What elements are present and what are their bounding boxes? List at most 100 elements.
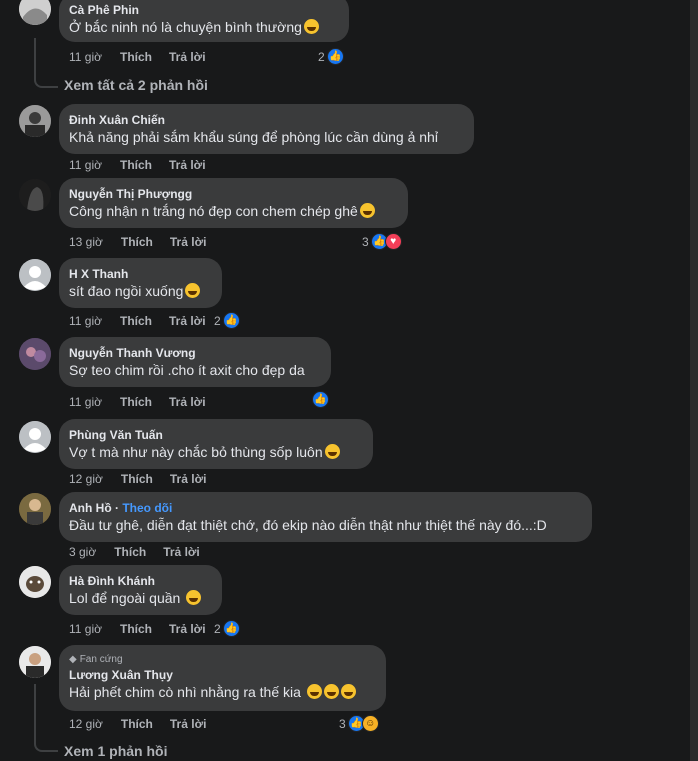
comment-actions: 11 giờ Thích Trả lời bbox=[69, 314, 223, 328]
reaction-summary[interactable]: 3 👍 ☺ bbox=[339, 715, 379, 732]
avatar[interactable] bbox=[19, 421, 51, 453]
comment-bubble: Nguyễn Thanh Vương Sợ teo chim rồi .cho … bbox=[59, 337, 331, 387]
diamond-icon: ◆ bbox=[69, 654, 77, 665]
comment-bubble: Hà Đình Khánh Lol để ngoài quần bbox=[59, 565, 222, 615]
comment-bubble: H X Thanh sít đao ngồi xuống bbox=[59, 258, 222, 308]
comment-actions: 12 giờ Thích Trả lời bbox=[69, 472, 223, 486]
like-reaction-icon: 👍 bbox=[222, 312, 240, 329]
like-link[interactable]: Thích bbox=[120, 50, 152, 64]
timestamp[interactable]: 13 giờ bbox=[69, 235, 103, 249]
comment-bubble: Anh Hồ · Theo dõi Đầu tư ghê, diễn đạt t… bbox=[59, 492, 592, 542]
like-reaction-icon: 👍 bbox=[326, 48, 344, 65]
rofl-emoji-icon bbox=[323, 684, 339, 699]
comment-bubble: Nguyễn Thị Phượngg Công nhận n trắng nó … bbox=[59, 178, 408, 228]
avatar[interactable] bbox=[19, 338, 51, 370]
view-replies-link[interactable]: Xem tất cả 2 phản hồi bbox=[64, 77, 208, 93]
timestamp[interactable]: 11 giờ bbox=[69, 622, 102, 636]
commenter-name[interactable]: Anh Hồ bbox=[69, 501, 112, 515]
avatar[interactable] bbox=[19, 566, 51, 598]
comment-actions: 12 giờ Thích Trả lời bbox=[69, 717, 223, 731]
like-link[interactable]: Thích bbox=[120, 395, 152, 409]
comment-actions: 11 giờ Thích Trả lời bbox=[69, 50, 223, 64]
reaction-count: 3 bbox=[339, 716, 346, 731]
comment-text: Khả năng phải sắm khẩu súng để phòng lúc… bbox=[69, 129, 438, 145]
reaction-summary[interactable]: 2 👍 bbox=[214, 620, 240, 637]
commenter-name[interactable]: Hà Đình Khánh bbox=[69, 573, 212, 589]
comment-text: Lol để ngoài quần bbox=[69, 590, 181, 606]
timestamp[interactable]: 12 giờ bbox=[69, 472, 103, 486]
like-link[interactable]: Thích bbox=[121, 472, 153, 486]
avatar[interactable] bbox=[19, 105, 51, 137]
avatar[interactable] bbox=[19, 259, 51, 291]
comment-text: Công nhận n trắng nó đẹp con chem chép g… bbox=[69, 203, 358, 219]
reply-thread-line bbox=[34, 684, 58, 752]
reply-link[interactable]: Trả lời bbox=[170, 717, 207, 731]
avatar[interactable] bbox=[19, 646, 51, 678]
rofl-emoji-icon bbox=[324, 444, 340, 459]
heart-reaction-icon: ♥ bbox=[384, 233, 402, 250]
avatar[interactable] bbox=[19, 0, 51, 25]
reaction-summary[interactable]: 👍 bbox=[312, 391, 329, 408]
like-link[interactable]: Thích bbox=[120, 622, 152, 636]
comment-text: Hải phết chim cò nhì nhằng ra thế kia bbox=[69, 684, 301, 700]
rofl-emoji-icon bbox=[306, 684, 322, 699]
like-link[interactable]: Thích bbox=[121, 235, 153, 249]
comment-text: Sợ teo chim rồi .cho ít axit cho đẹp da bbox=[69, 362, 305, 378]
reply-link[interactable]: Trả lời bbox=[169, 622, 206, 636]
comment-bubble: Cà Phê Phin Ở bắc ninh nó là chuyện bình… bbox=[59, 0, 349, 42]
reaction-count: 2 bbox=[214, 621, 221, 636]
like-link[interactable]: Thích bbox=[120, 314, 152, 328]
reply-link[interactable]: Trả lời bbox=[170, 472, 207, 486]
reply-link[interactable]: Trả lời bbox=[163, 545, 200, 559]
like-link[interactable]: Thích bbox=[114, 545, 146, 559]
comment-text: sít đao ngồi xuống bbox=[69, 283, 184, 299]
like-link[interactable]: Thích bbox=[120, 158, 152, 172]
comment-text: Đầu tư ghê, diễn đạt thiệt chớ, đó ekip … bbox=[69, 517, 547, 533]
reaction-count: 2 bbox=[318, 49, 325, 64]
crazy-face-emoji-icon bbox=[186, 590, 202, 605]
timestamp[interactable]: 11 giờ bbox=[69, 50, 102, 64]
reply-link[interactable]: Trả lời bbox=[169, 50, 206, 64]
rofl-emoji-icon bbox=[340, 684, 356, 699]
commenter-name[interactable]: H X Thanh bbox=[69, 266, 212, 282]
rofl-emoji-icon bbox=[359, 203, 375, 218]
avatar[interactable] bbox=[19, 493, 51, 525]
reply-link[interactable]: Trả lời bbox=[169, 395, 206, 409]
grinning-squint-emoji-icon bbox=[185, 283, 201, 298]
reaction-count: 3 bbox=[362, 234, 369, 249]
comment-bubble: Phùng Văn Tuấn Vợ t mà như này chắc bỏ t… bbox=[59, 419, 373, 469]
reply-link[interactable]: Trả lời bbox=[169, 158, 206, 172]
comment-actions: 13 giờ Thích Trả lời bbox=[69, 235, 223, 249]
follow-link[interactable]: Theo dõi bbox=[122, 501, 172, 515]
reply-link[interactable]: Trả lời bbox=[170, 235, 207, 249]
reaction-summary[interactable]: 2 👍 bbox=[318, 48, 344, 65]
avatar[interactable] bbox=[19, 179, 51, 211]
comment-text: Vợ t mà như này chắc bỏ thùng sốp luôn bbox=[69, 444, 323, 460]
top-fan-badge: Fan cứng bbox=[79, 654, 123, 665]
commenter-name[interactable]: Đinh Xuân Chiến bbox=[69, 112, 464, 128]
timestamp[interactable]: 3 giờ bbox=[69, 545, 96, 559]
reply-link[interactable]: Trả lời bbox=[169, 314, 206, 328]
comment-bubble: ◆ Fan cứng Lương Xuân Thụy Hải phết chim … bbox=[59, 645, 386, 711]
page-scrollbar[interactable] bbox=[690, 0, 698, 761]
like-link[interactable]: Thích bbox=[121, 717, 153, 731]
grin-sweat-emoji-icon bbox=[303, 19, 319, 34]
timestamp[interactable]: 12 giờ bbox=[69, 717, 103, 731]
reaction-summary[interactable]: 2 👍 bbox=[214, 312, 240, 329]
comment-text: Ở bắc ninh nó là chuyện bình thường bbox=[69, 19, 302, 35]
haha-reaction-icon: ☺ bbox=[361, 715, 379, 732]
comment-bubble: Đinh Xuân Chiến Khả năng phải sắm khẩu s… bbox=[59, 104, 474, 154]
comment-actions: 3 giờ Thích Trả lời bbox=[69, 545, 217, 559]
reaction-count: 2 bbox=[214, 313, 221, 328]
commenter-name[interactable]: Phùng Văn Tuấn bbox=[69, 427, 363, 443]
reaction-summary[interactable]: 3 👍 ♥ bbox=[362, 233, 402, 250]
commenter-name[interactable]: Nguyễn Thanh Vương bbox=[69, 345, 321, 361]
timestamp[interactable]: 11 giờ bbox=[69, 314, 102, 328]
timestamp[interactable]: 11 giờ bbox=[69, 158, 102, 172]
commenter-name[interactable]: Nguyễn Thị Phượngg bbox=[69, 186, 398, 202]
commenter-name[interactable]: Lương Xuân Thụy bbox=[69, 667, 376, 683]
commenter-name[interactable]: Cà Phê Phin bbox=[69, 2, 339, 18]
like-reaction-icon: 👍 bbox=[222, 620, 240, 637]
view-replies-link[interactable]: Xem 1 phản hồi bbox=[64, 743, 167, 759]
timestamp[interactable]: 11 giờ bbox=[69, 395, 102, 409]
